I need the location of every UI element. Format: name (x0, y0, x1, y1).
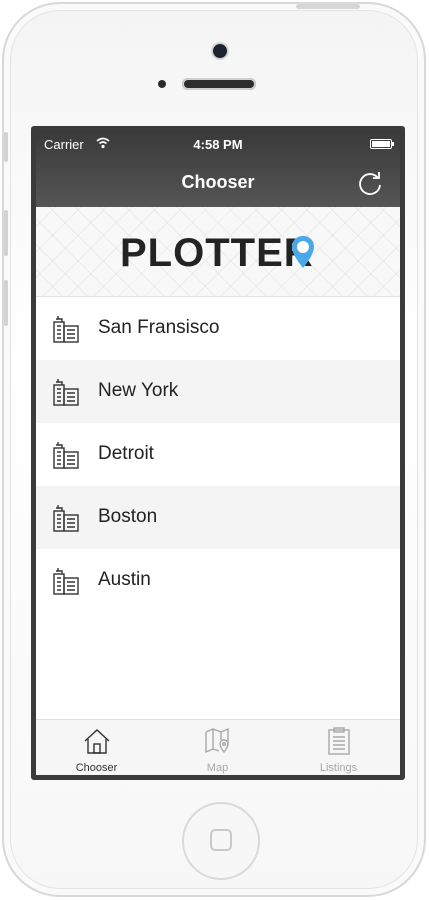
city-name: New York (98, 380, 179, 401)
tab-label: Chooser (75, 762, 118, 774)
city-row-1[interactable]: New York (36, 360, 400, 423)
screen: Carrier 4:58 PM Chooser PLOTTER San Fran… (31, 126, 405, 780)
city-row-0[interactable]: San Fransisco (36, 297, 400, 360)
page-title: Chooser (181, 172, 255, 192)
tab-label: Listings (319, 762, 358, 774)
tab-label: Map (206, 762, 229, 774)
city-row-3[interactable]: Boston (36, 486, 400, 549)
home-button[interactable] (182, 802, 260, 880)
status-bar: Carrier 4:58 PM (36, 131, 400, 159)
home-square-icon (210, 829, 232, 851)
map-icon (205, 727, 229, 754)
volume-down-button[interactable] (4, 280, 8, 326)
front-camera (213, 44, 227, 58)
clipboard-icon (328, 727, 350, 755)
tab-bar: Chooser Map Listings (36, 719, 400, 775)
power-button[interactable] (296, 4, 360, 9)
buildings-icon (53, 505, 79, 532)
home-icon (84, 729, 110, 754)
buildings-icon (53, 316, 79, 343)
proximity-sensor (158, 80, 166, 88)
battery-icon (370, 139, 394, 149)
city-name: Boston (98, 506, 158, 527)
volume-up-button[interactable] (4, 210, 8, 256)
navigation-bar: Carrier 4:58 PM Chooser (36, 131, 400, 207)
tab-listings[interactable]: Listings (278, 720, 399, 775)
city-list: San Fransisco New York Detroit Boston Au… (36, 297, 400, 612)
city-name: San Fransisco (98, 317, 220, 338)
status-time: 4:58 PM (193, 137, 243, 152)
buildings-icon (53, 568, 79, 595)
tab-chooser[interactable]: Chooser (36, 720, 157, 775)
city-name: Austin (98, 569, 151, 590)
city-row-2[interactable]: Detroit (36, 423, 400, 486)
app-display: Carrier 4:58 PM Chooser PLOTTER San Fran… (36, 131, 400, 775)
tab-map[interactable]: Map (157, 720, 278, 775)
city-row-4[interactable]: Austin (36, 549, 400, 612)
map-pin-icon (292, 236, 314, 268)
refresh-icon[interactable] (356, 169, 384, 197)
mute-switch[interactable] (4, 132, 8, 162)
buildings-icon (53, 379, 79, 406)
buildings-icon (53, 442, 79, 469)
app-logo: PLOTTER (120, 231, 314, 275)
city-name: Detroit (98, 443, 154, 464)
earpiece-speaker (182, 78, 256, 90)
